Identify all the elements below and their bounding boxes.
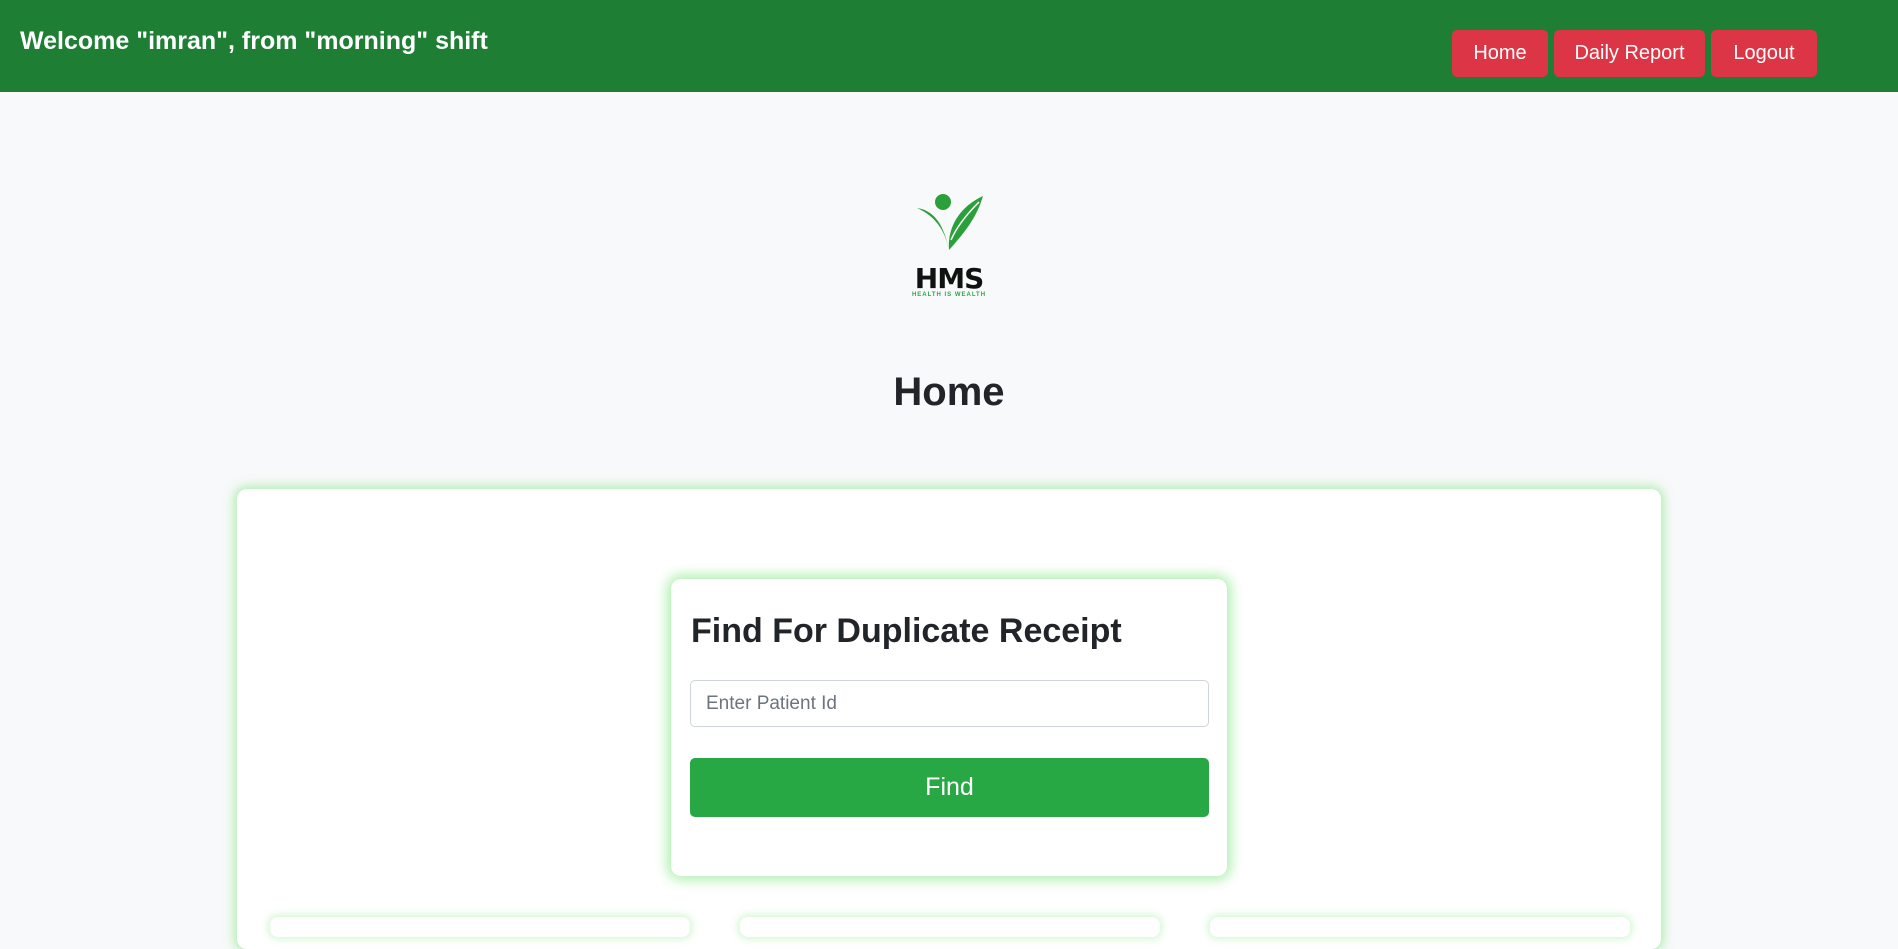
hms-logo: HMS HEALTH IS WEALTH (903, 190, 995, 302)
top-navbar: Welcome "imran", from "morning" shift Ho… (0, 0, 1898, 92)
nav-buttons: Home Daily Report Logout (1452, 30, 1817, 77)
home-button[interactable]: Home (1452, 30, 1548, 77)
bottom-card-left (270, 917, 690, 937)
logo-text: HMS (914, 262, 984, 295)
duplicate-receipt-title: Find For Duplicate Receipt (691, 612, 1122, 650)
patient-id-input[interactable] (690, 680, 1209, 727)
leaf-person-icon (917, 194, 983, 250)
daily-report-button[interactable]: Daily Report (1554, 30, 1705, 77)
page-title: Home (893, 370, 1005, 414)
bottom-card-right (1210, 917, 1630, 937)
bottom-card-center (740, 917, 1160, 937)
logo-tagline: HEALTH IS WEALTH (911, 292, 987, 298)
logout-button[interactable]: Logout (1711, 30, 1817, 77)
find-button[interactable]: Find (690, 758, 1209, 817)
welcome-message: Welcome "imran", from "morning" shift (20, 27, 488, 55)
duplicate-receipt-card: Find For Duplicate Receipt Find (671, 579, 1227, 876)
